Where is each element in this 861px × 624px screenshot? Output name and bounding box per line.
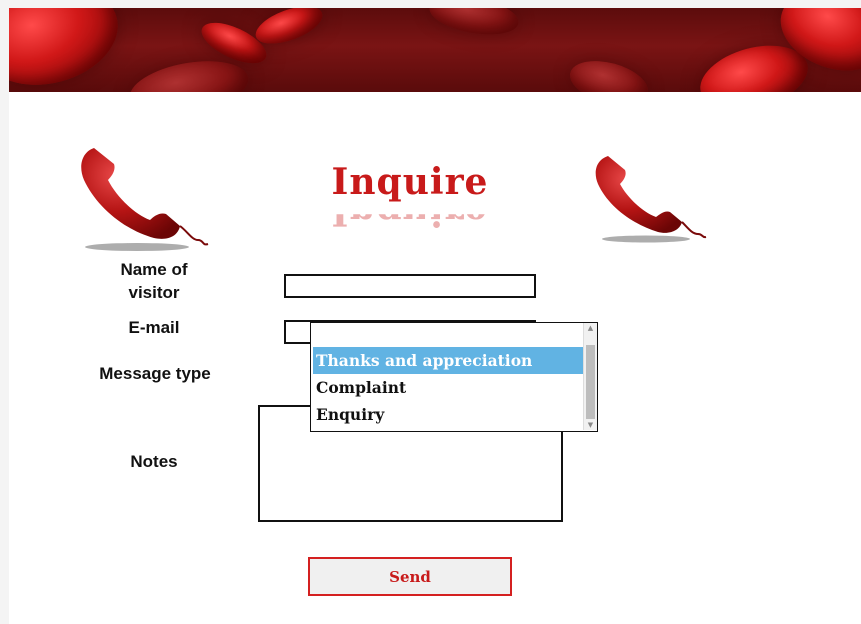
scrollbar-thumb[interactable] xyxy=(586,345,595,419)
blood-cell-graphic xyxy=(426,8,522,41)
scroll-up-arrow-icon[interactable]: ▲ xyxy=(584,323,597,333)
name-label-line1: Name of xyxy=(120,260,188,279)
notes-label: Notes xyxy=(130,452,178,471)
option-enquiry[interactable]: Enquiry xyxy=(313,401,585,428)
send-button[interactable]: Send xyxy=(308,557,512,596)
telephone-icon xyxy=(595,156,707,243)
option-complaint[interactable]: Complaint xyxy=(313,374,585,401)
title-block: Inquire Inquire xyxy=(280,160,540,230)
header-banner xyxy=(9,8,861,92)
name-field[interactable] xyxy=(284,274,536,298)
name-label-line2: visitor xyxy=(128,283,180,302)
blood-cell-graphic xyxy=(565,53,653,92)
inquiry-page: Inquire Inquire Name of visitor E-mail M… xyxy=(0,0,861,624)
list-scrollbar[interactable]: ▲ ▼ xyxy=(583,323,597,430)
page-title: Inquire xyxy=(331,161,489,203)
option-thanks-and-appreciation[interactable]: Thanks and appreciation xyxy=(313,347,585,374)
blood-cell-graphic xyxy=(9,8,129,92)
message-type-label: Message type xyxy=(99,364,211,383)
name-label: Name of visitor xyxy=(90,258,218,304)
scroll-down-arrow-icon[interactable]: ▼ xyxy=(584,420,597,430)
email-label: E-mail xyxy=(128,318,180,337)
telephone-icon xyxy=(81,148,209,251)
message-type-list[interactable]: Thanks and appreciation Complaint Enquir… xyxy=(310,322,598,432)
message-type-options: Thanks and appreciation Complaint Enquir… xyxy=(313,347,585,428)
